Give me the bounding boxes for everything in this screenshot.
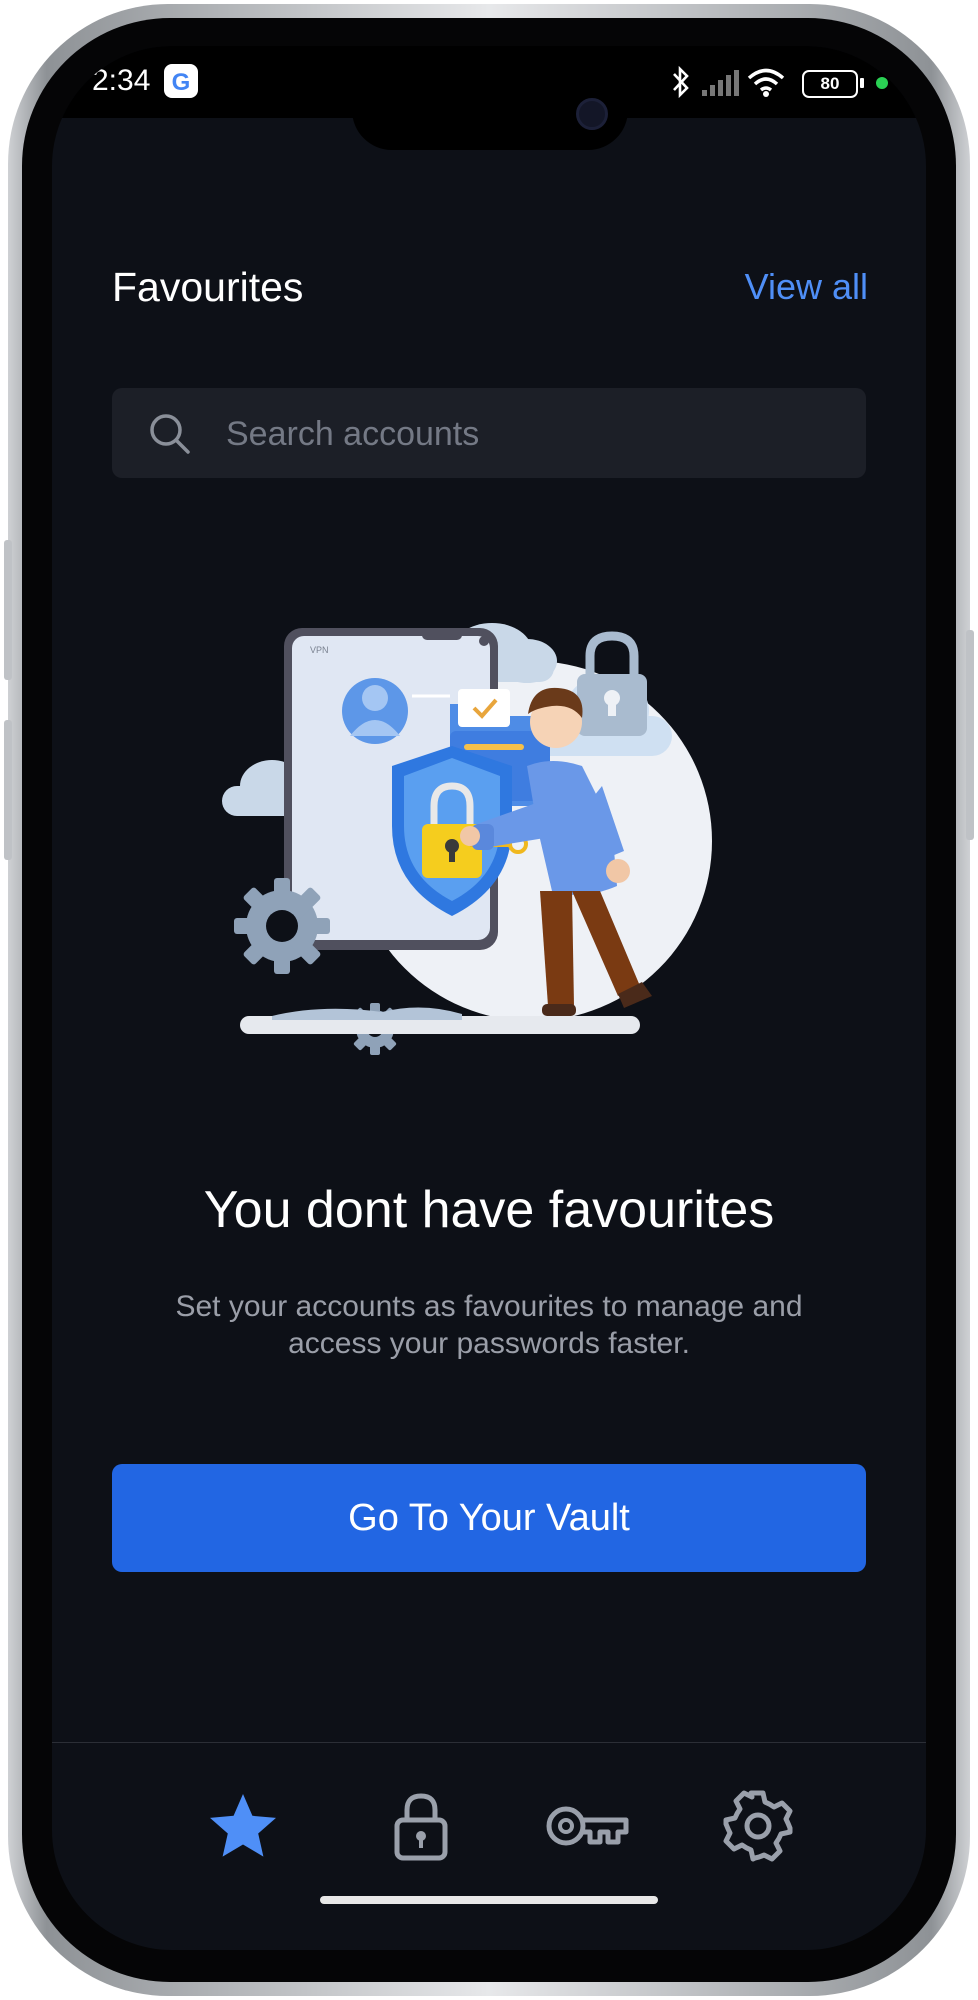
svg-text:G: G	[172, 69, 191, 96]
home-indicator[interactable]	[320, 1896, 658, 1904]
wifi-icon	[747, 68, 785, 97]
search-icon	[150, 414, 190, 454]
empty-state-title: You dont have favourites	[203, 1181, 775, 1239]
star-icon	[210, 1794, 276, 1857]
lock-icon	[577, 631, 647, 736]
battery-tip	[860, 78, 864, 88]
empty-state-description: Set your accounts as favourites to manag…	[175, 1290, 803, 1360]
tab-vault[interactable]	[376, 1781, 466, 1871]
vpn-label: VPN	[310, 645, 329, 655]
page-title: Favourites	[112, 264, 304, 310]
bottom-tab-bar	[52, 1742, 926, 1950]
go-to-vault-button[interactable]: Go To Your Vault	[112, 1464, 866, 1572]
signal-icon	[702, 70, 739, 96]
privacy-indicator	[876, 77, 888, 89]
gear-icon	[723, 1790, 793, 1862]
key-icon	[546, 1806, 629, 1846]
search-input[interactable]	[224, 388, 828, 480]
lock-icon	[394, 1793, 448, 1861]
empty-state-illustration: VPN	[222, 623, 712, 1055]
screen: 2:34 G 80 Favourites View all Search acc…	[52, 46, 926, 1950]
gear-icon	[234, 878, 330, 974]
side-button-left	[4, 540, 12, 680]
bluetooth-icon	[673, 65, 689, 99]
google-icon: G	[164, 64, 198, 98]
tab-passwords[interactable]	[542, 1781, 632, 1871]
tab-settings[interactable]	[712, 1781, 802, 1871]
side-button-left	[4, 720, 12, 860]
camera-icon	[576, 98, 608, 130]
search-bar[interactable]	[112, 388, 866, 480]
status-time: 2:34	[92, 64, 151, 97]
tab-favourites[interactable]	[198, 1781, 288, 1871]
side-button-right	[966, 630, 974, 840]
view-all-link[interactable]: View all	[745, 266, 868, 308]
battery-indicator: 80	[802, 70, 858, 98]
